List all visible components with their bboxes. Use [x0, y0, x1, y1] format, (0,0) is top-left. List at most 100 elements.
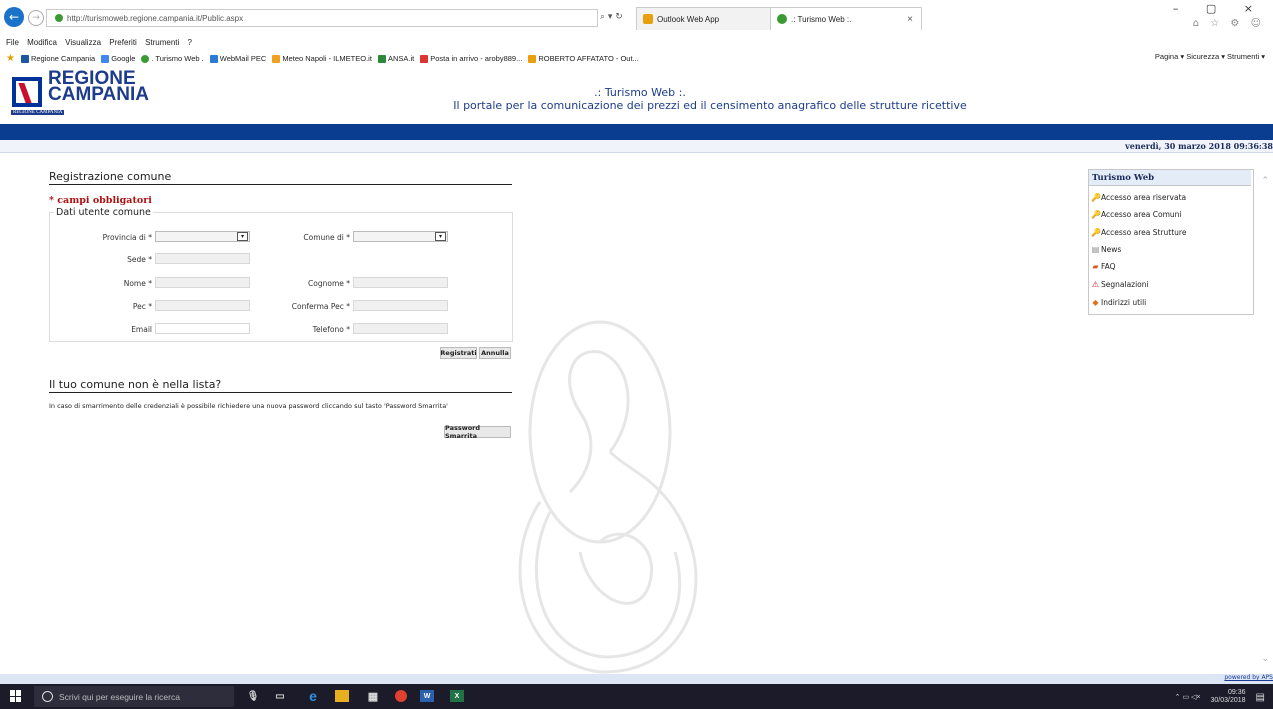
provincia-label: Provincia di * — [102, 233, 152, 242]
favorite-icon — [209, 54, 218, 63]
favorites-bar: ★ Regione Campania Google . Turismo Web … — [0, 51, 1273, 66]
favorite-icon — [528, 54, 537, 63]
logo-subtitle: REGIONE CAMPANIA — [11, 110, 65, 115]
telefono-input[interactable] — [353, 323, 448, 334]
fieldset-legend: Dati utente comune — [54, 207, 153, 218]
favorite-item[interactable]: . Turismo Web . — [141, 54, 204, 63]
favorite-item[interactable]: ROBERTO AFFATATO - Out... — [528, 54, 639, 63]
tray-icons[interactable]: ⌃ ▭ ◁× — [1175, 693, 1201, 701]
system-tray: ⌃ ▭ ◁× 09:36 30/03/2018 ▤ — [1175, 689, 1265, 705]
conferma-pec-label: Conferma Pec * — [291, 302, 350, 311]
key-icon: 🔑 — [1091, 193, 1101, 202]
tab-turismo-web[interactable]: .: Turismo Web :. × — [770, 7, 922, 30]
microphone-icon[interactable]: 🎙 — [245, 688, 261, 704]
excel-icon[interactable]: X — [450, 690, 464, 702]
favorite-item[interactable]: Posta in arrivo - aroby889... — [420, 54, 522, 63]
sidebar-item-segnalazioni[interactable]: ⚠ Segnalazioni — [1091, 280, 1149, 289]
sidebar-item-accesso-comuni[interactable]: 🔑 Accesso area Comuni — [1091, 210, 1181, 219]
star-icon[interactable]: ★ — [6, 53, 15, 64]
sede-input[interactable] — [155, 253, 250, 264]
menu-preferiti[interactable]: Preferiti — [109, 38, 137, 47]
favorite-item[interactable]: ANSA.it — [377, 54, 414, 63]
scroll-up-icon[interactable]: ⌃ — [1261, 176, 1269, 186]
file-explorer-icon[interactable] — [335, 690, 349, 702]
task-view-icon[interactable]: ▭ — [272, 688, 288, 704]
clock[interactable]: 09:36 30/03/2018 — [1211, 689, 1246, 705]
window-controls[interactable]: – ▢ × — [1173, 2, 1265, 15]
sidebar-item-indirizzi[interactable]: ◆ Indirizzi utili — [1091, 298, 1146, 307]
tab-label: Outlook Web App — [657, 14, 720, 24]
cortana-icon — [42, 691, 53, 702]
sidebar-title: Turismo Web — [1089, 170, 1251, 186]
chevron-down-icon: ▾ — [237, 232, 248, 241]
close-tab-icon[interactable]: × — [907, 14, 913, 25]
sidebar-box — [1088, 169, 1254, 315]
comune-select[interactable]: ▾ — [353, 231, 448, 242]
favorite-icon — [101, 54, 110, 63]
notification-icon[interactable]: ▤ — [1256, 692, 1265, 703]
watermark-logo-icon — [518, 320, 698, 674]
menu-visualizza[interactable]: Visualizza — [65, 38, 101, 47]
sidebar-item-label: Accesso area Comuni — [1101, 210, 1182, 219]
powered-by-link[interactable]: powered by APS — [1224, 674, 1273, 681]
current-date: venerdì, 30 marzo 2018 09:36:38 — [1125, 141, 1273, 151]
telefono-label: Telefono * — [312, 325, 350, 334]
news-icon: ▤ — [1091, 245, 1100, 254]
favorite-item[interactable]: WebMail PEC — [209, 54, 266, 63]
favorite-item[interactable]: Regione Campania — [20, 54, 95, 63]
favorite-icon — [141, 54, 150, 63]
pec-input[interactable] — [155, 300, 250, 311]
menu-strumenti[interactable]: Strumenti — [145, 38, 179, 47]
favorite-icon — [272, 54, 281, 63]
book-icon: ◆ — [1092, 298, 1099, 307]
title-divider — [49, 184, 512, 185]
sidebar-item-accesso-strutture[interactable]: 🔑 Accesso area Strutture — [1091, 228, 1186, 237]
menu-help[interactable]: ? — [188, 38, 192, 47]
menu-file[interactable]: File — [6, 38, 19, 47]
command-bar[interactable]: Pagina ▾ Sicurezza ▾ Strumenti ▾ — [1155, 52, 1265, 61]
sidebar-item-faq[interactable]: ▰ FAQ — [1091, 262, 1115, 271]
footer-band — [0, 674, 1273, 684]
forward-button[interactable]: → — [28, 10, 44, 26]
provincia-select[interactable]: ▾ — [155, 231, 250, 242]
address-bar[interactable]: http://turismoweb.regione.campania.it/Pu… — [46, 9, 598, 27]
missing-comune-text: In caso di smarrimento delle credenziali… — [49, 402, 448, 410]
key-icon: 🔑 — [1091, 210, 1101, 219]
taskbar-search[interactable]: Scrivi qui per eseguire la ricerca — [34, 686, 234, 707]
tab-label: .: Turismo Web :. — [791, 14, 852, 24]
sidebar-item-label: News — [1101, 245, 1122, 254]
word-icon[interactable]: W — [420, 690, 434, 702]
email-input[interactable] — [155, 323, 250, 334]
search-refresh-icon[interactable]: ⌕ ▾ ↻ — [600, 12, 623, 22]
turismo-favicon-icon — [777, 14, 787, 24]
faq-icon: ▰ — [1092, 262, 1099, 271]
favorite-item[interactable]: Meteo Napoli - ILMETEO.it — [272, 54, 372, 63]
site-subtitle: Il portale per la comunicazione dei prez… — [453, 99, 967, 112]
favorite-icon — [420, 54, 429, 63]
edge-icon[interactable]: e — [305, 688, 321, 704]
calculator-icon[interactable]: ▦ — [365, 688, 381, 704]
clock-time: 09:36 — [1228, 689, 1246, 696]
register-button[interactable]: Registrati — [440, 347, 477, 359]
windows-start-icon[interactable] — [10, 690, 22, 702]
sede-label: Sede * — [127, 255, 152, 264]
nome-input[interactable] — [155, 277, 250, 288]
scroll-down-icon[interactable]: ⌄ — [1261, 654, 1269, 664]
toolbar-icons[interactable]: ⌂ ☆ ⚙ ☺ — [1193, 18, 1265, 29]
back-button[interactable]: ← — [4, 7, 24, 27]
cognome-input[interactable] — [353, 277, 448, 288]
menu-modifica[interactable]: Modifica — [27, 38, 57, 47]
menu-bar: File Modifica Visualizza Preferiti Strum… — [0, 38, 1273, 50]
sidebar-item-news[interactable]: ▤ News — [1091, 245, 1122, 254]
chrome-icon[interactable] — [395, 690, 407, 702]
conferma-pec-input[interactable] — [353, 300, 448, 311]
favorite-item[interactable]: Google — [101, 54, 135, 63]
site-favicon-icon — [55, 14, 63, 22]
tab-outlook[interactable]: Outlook Web App — [636, 7, 772, 30]
cancel-button[interactable]: Annulla — [479, 347, 511, 359]
password-lost-button[interactable]: Password Smarrita — [444, 424, 511, 440]
form-title: Registrazione comune — [49, 170, 172, 183]
regione-logo-icon[interactable] — [12, 77, 42, 107]
search-placeholder: Scrivi qui per eseguire la ricerca — [59, 691, 180, 702]
sidebar-item-accesso-riservata[interactable]: 🔑 Accesso area riservata — [1091, 193, 1186, 202]
